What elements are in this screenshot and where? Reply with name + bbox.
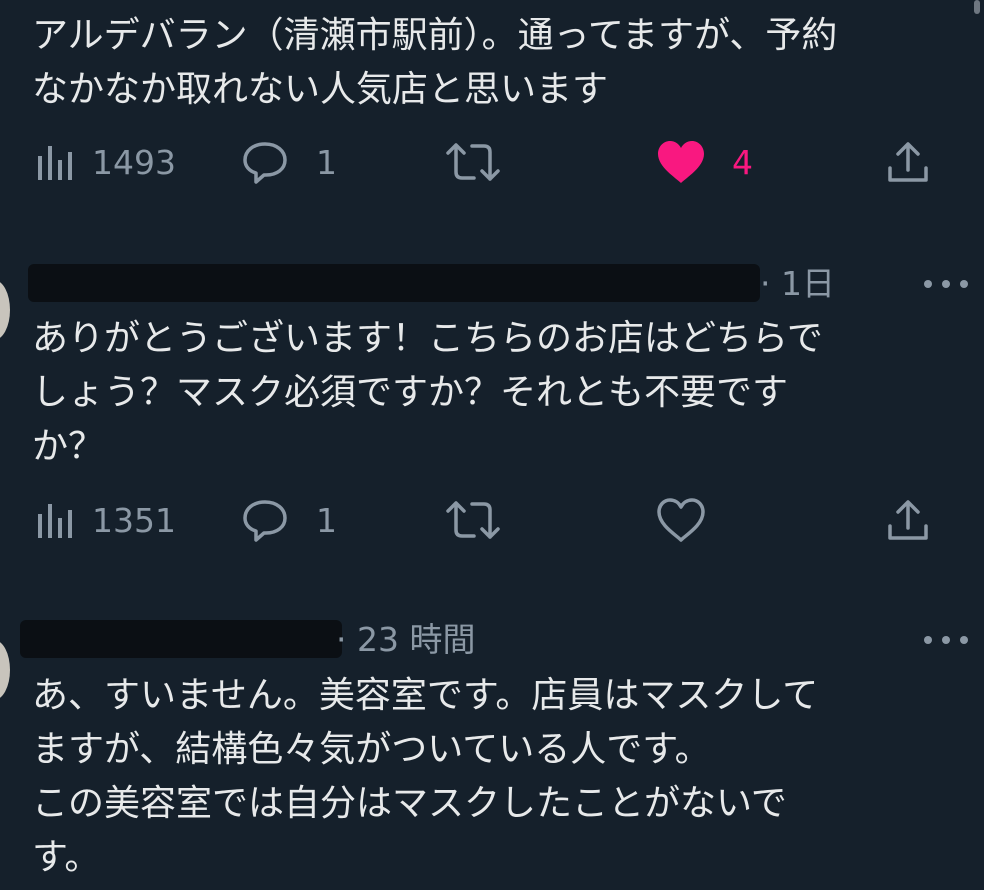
reply-button[interactable]: 1	[242, 495, 337, 545]
tweet-text-line: か？	[32, 426, 105, 467]
tweet-timestamp[interactable]: · 23 時間	[336, 616, 475, 664]
tweet-timestamp[interactable]: · 1日	[760, 260, 835, 308]
view-count: 1351	[92, 500, 176, 540]
tweet-header: · 1日	[28, 260, 968, 308]
reply-count: 1	[316, 500, 337, 540]
tweet-text: アルデバラン（清瀬市駅前）。通ってますが、予約 なかなか取れない人気店と思います	[32, 9, 952, 117]
speech-bubble-icon	[243, 142, 287, 184]
like-button[interactable]: 4	[656, 137, 753, 187]
bar-chart-icon	[38, 146, 72, 180]
avatar[interactable]	[0, 280, 10, 340]
tweet-text-line: なかなか取れない人気店と思います	[32, 69, 609, 110]
reply-button[interactable]: 1	[242, 137, 337, 187]
tweet-text-line: あ、すいません。美容室です。店員はマスクして	[32, 675, 819, 716]
share-button[interactable]	[886, 495, 930, 545]
tweet-text-line: す。	[32, 837, 101, 878]
tweet-2[interactable]: · 1日 ありがとうございます！こちらのお店はどちらで しょう？マスク必須ですか…	[0, 252, 984, 572]
heart-icon	[658, 141, 704, 183]
retweet-icon	[446, 501, 500, 539]
view-count: 1493	[92, 142, 176, 182]
bar-chart-icon	[38, 504, 72, 538]
share-button[interactable]	[886, 137, 930, 187]
tweet-actions: 1351 1	[0, 495, 984, 545]
views-button[interactable]: 1493	[36, 137, 176, 187]
tweet-text-line: この美容室では自分はマスクしたことがないで	[32, 783, 787, 824]
redacted-username	[20, 620, 342, 658]
retweet-button[interactable]	[444, 137, 502, 187]
heart-icon	[657, 498, 705, 542]
like-count: 4	[732, 142, 753, 182]
tweet-1[interactable]: アルデバラン（清瀬市駅前）。通ってますが、予約 なかなか取れない人気店と思います…	[0, 0, 984, 215]
tweet-text-line: ありがとうございます！こちらのお店はどちらで	[32, 318, 823, 359]
tweet-text-line: しょう？マスク必須ですか？それとも不要です	[32, 372, 789, 413]
speech-bubble-icon	[243, 500, 287, 542]
share-icon	[888, 142, 928, 182]
tweet-text: あ、すいません。美容室です。店員はマスクして ますが、結構色々気がついている人で…	[32, 669, 952, 885]
redacted-username	[28, 264, 760, 302]
tweet-text-line: ますが、結構色々気がついている人です。	[32, 729, 711, 770]
retweet-button[interactable]	[444, 495, 502, 545]
like-button[interactable]	[656, 495, 706, 545]
more-dots-icon[interactable]	[924, 270, 968, 298]
tweet-text-line: アルデバラン（清瀬市駅前）。通ってますが、予約	[32, 15, 838, 56]
tweet-actions: 1493 1 4	[0, 137, 984, 187]
share-icon	[888, 500, 928, 540]
reply-count: 1	[316, 142, 337, 182]
tweet-text: ありがとうございます！こちらのお店はどちらで しょう？マスク必須ですか？それとも…	[32, 312, 952, 474]
more-dots-icon[interactable]	[924, 626, 968, 654]
tweet-header: · 23 時間	[20, 616, 968, 664]
avatar[interactable]	[0, 640, 10, 700]
tweet-3[interactable]: · 23 時間 あ、すいません。美容室です。店員はマスクして ますが、結構色々気…	[0, 614, 984, 890]
retweet-icon	[446, 143, 500, 181]
views-button[interactable]: 1351	[36, 495, 176, 545]
